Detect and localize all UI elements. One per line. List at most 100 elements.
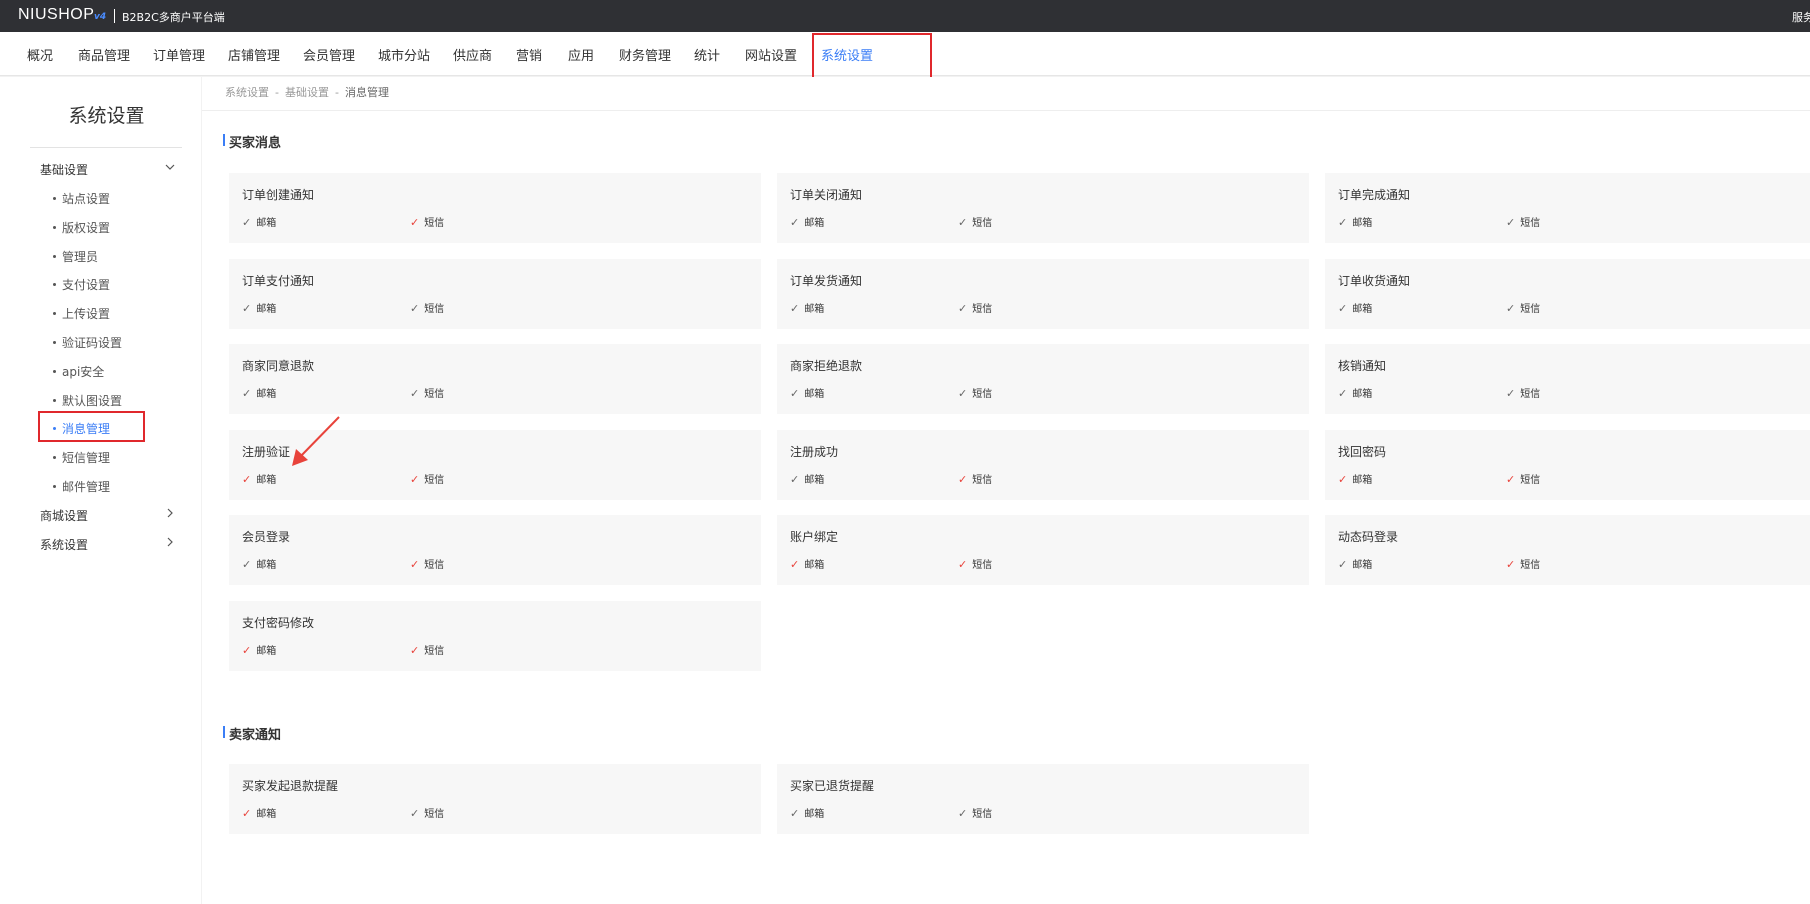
email-toggle[interactable]: ✓ 邮箱 [242,805,276,820]
sms-toggle[interactable]: ✓ 短信 [1506,556,1540,571]
check-icon: ✓ [1338,216,1348,229]
sidebar-item-label: 站点设置 [62,192,111,206]
nav-item-overview[interactable]: 概况 [27,45,53,64]
sidebar-group-mall[interactable]: 商城设置 [40,507,88,524]
nav-item-stats[interactable]: 统计 [694,45,720,64]
sms-toggle[interactable]: ✓ 短信 [410,642,444,657]
nav-item-orders[interactable]: 订单管理 [153,45,205,64]
sms-toggle[interactable]: ✓ 短信 [410,300,444,315]
nav-item-shops[interactable]: 店铺管理 [228,45,280,64]
breadcrumb-item[interactable]: 系统设置 [225,86,269,99]
sms-toggle[interactable]: ✓ 短信 [958,471,992,486]
nav-item-finance[interactable]: 财务管理 [619,45,671,64]
message-card[interactable]: 找回密码 ✓ 邮箱 ✓ 短信 [1325,429,1810,500]
email-toggle[interactable]: ✓ 邮箱 [242,385,276,400]
sms-toggle[interactable]: ✓ 短信 [410,385,444,400]
nav-item-apps[interactable]: 应用 [568,45,594,64]
sidebar-item-upload[interactable]: 上传设置 [53,305,110,322]
email-toggle[interactable]: ✓ 邮箱 [242,471,276,486]
message-card[interactable]: 订单收货通知 ✓ 邮箱 ✓ 短信 [1325,258,1810,329]
email-toggle[interactable]: ✓ 邮箱 [242,300,276,315]
sms-label: 短信 [972,560,993,571]
email-toggle[interactable]: ✓ 邮箱 [790,214,824,229]
email-toggle[interactable]: ✓ 邮箱 [242,214,276,229]
nav-item-marketing[interactable]: 营销 [516,45,542,64]
sms-toggle[interactable]: ✓ 短信 [958,300,992,315]
email-label: 邮箱 [256,645,277,657]
sidebar-item-copyright[interactable]: 版权设置 [53,219,110,236]
message-card[interactable]: 账户绑定 ✓ 邮箱 ✓ 短信 [777,515,1309,585]
message-card[interactable]: 注册验证 ✓ 邮箱 ✓ 短信 [229,429,761,500]
email-label: 邮箱 [804,303,825,315]
email-toggle[interactable]: ✓ 邮箱 [790,471,824,486]
message-card[interactable]: 订单发货通知 ✓ 邮箱 ✓ 短信 [777,258,1309,329]
bullet-icon [53,197,56,200]
sidebar-item-captcha[interactable]: 验证码设置 [53,334,122,351]
email-toggle[interactable]: ✓ 邮箱 [1338,556,1372,571]
message-card[interactable]: 订单完成通知 ✓ 邮箱 ✓ 短信 [1325,173,1810,243]
check-icon: ✓ [242,643,252,657]
sidebar-item-api-security[interactable]: api安全 [53,363,104,380]
sms-toggle[interactable]: ✓ 短信 [410,214,444,229]
email-toggle[interactable]: ✓ 邮箱 [790,300,824,315]
message-card[interactable]: 订单支付通知 ✓ 邮箱 ✓ 短信 [229,258,761,329]
sidebar-item-sms[interactable]: 短信管理 [53,449,110,466]
email-toggle[interactable]: ✓ 邮箱 [790,805,824,820]
top-right-link[interactable]: 服务 [1792,9,1810,25]
sidebar-item-admin[interactable]: 管理员 [53,248,98,265]
message-card[interactable]: 动态码登录 ✓ 邮箱 ✓ 短信 [1325,515,1810,585]
message-card[interactable]: 商家拒绝退款 ✓ 邮箱 ✓ 短信 [777,344,1309,414]
sms-toggle[interactable]: ✓ 短信 [1506,214,1540,229]
niushop-logo[interactable]: NIUSHOP [18,6,94,24]
email-toggle[interactable]: ✓ 邮箱 [790,385,824,400]
sidebar-item-payment[interactable]: 支付设置 [53,276,110,293]
email-label: 邮箱 [1352,474,1373,486]
email-toggle[interactable]: ✓ 邮箱 [1338,471,1372,486]
message-card[interactable]: 核销通知 ✓ 邮箱 ✓ 短信 [1325,344,1810,414]
sidebar-item-default-image[interactable]: 默认图设置 [53,392,122,409]
email-toggle[interactable]: ✓ 邮箱 [242,556,276,571]
sms-toggle[interactable]: ✓ 短信 [958,214,992,229]
chevron-right-icon[interactable] [164,536,176,551]
sidebar-item-label: api安全 [62,365,105,379]
check-icon: ✓ [958,216,968,229]
message-card[interactable]: 订单关闭通知 ✓ 邮箱 ✓ 短信 [777,173,1309,243]
chevron-right-icon[interactable] [164,507,176,522]
message-card[interactable]: 支付密码修改 ✓ 邮箱 ✓ 短信 [229,600,761,671]
message-card[interactable]: 注册成功 ✓ 邮箱 ✓ 短信 [777,429,1309,500]
nav-item-goods[interactable]: 商品管理 [78,45,130,64]
message-card-title: 买家已退货提醒 [790,779,875,793]
chevron-down-icon[interactable] [164,161,176,176]
nav-item-members[interactable]: 会员管理 [303,45,355,64]
email-toggle[interactable]: ✓ 邮箱 [1338,214,1372,229]
sms-toggle[interactable]: ✓ 短信 [958,385,992,400]
sms-toggle[interactable]: ✓ 短信 [1506,300,1540,315]
check-icon: ✓ [242,558,252,571]
message-card[interactable]: 会员登录 ✓ 邮箱 ✓ 短信 [229,515,761,585]
email-toggle[interactable]: ✓ 邮箱 [790,556,824,571]
sidebar-group-basic[interactable]: 基础设置 [40,161,88,178]
message-card[interactable]: 买家已退货提醒 ✓ 邮箱 ✓ 短信 [777,764,1309,834]
sms-toggle[interactable]: ✓ 短信 [958,805,992,820]
breadcrumb-item[interactable]: 基础设置 [285,86,329,99]
check-icon: ✓ [958,807,968,820]
nav-item-website-settings[interactable]: 网站设置 [745,45,797,64]
email-toggle[interactable]: ✓ 邮箱 [1338,300,1372,315]
nav-item-suppliers[interactable]: 供应商 [453,45,492,64]
sidebar-item-label: 邮件管理 [62,480,111,494]
email-toggle[interactable]: ✓ 邮箱 [242,642,276,657]
sidebar-group-system[interactable]: 系统设置 [40,536,88,553]
nav-item-city-sites[interactable]: 城市分站 [378,45,430,64]
sms-toggle[interactable]: ✓ 短信 [1506,385,1540,400]
sms-toggle[interactable]: ✓ 短信 [410,805,444,820]
email-toggle[interactable]: ✓ 邮箱 [1338,385,1372,400]
message-card[interactable]: 商家同意退款 ✓ 邮箱 ✓ 短信 [229,344,761,414]
sidebar-item-site[interactable]: 站点设置 [53,190,110,207]
sms-toggle[interactable]: ✓ 短信 [1506,471,1540,486]
sidebar-item-email[interactable]: 邮件管理 [53,478,110,495]
sms-toggle[interactable]: ✓ 短信 [410,556,444,571]
message-card[interactable]: 买家发起退款提醒 ✓ 邮箱 ✓ 短信 [229,764,761,834]
message-card[interactable]: 订单创建通知 ✓ 邮箱 ✓ 短信 [229,173,761,243]
sms-toggle[interactable]: ✓ 短信 [410,471,444,486]
sms-toggle[interactable]: ✓ 短信 [958,556,992,571]
